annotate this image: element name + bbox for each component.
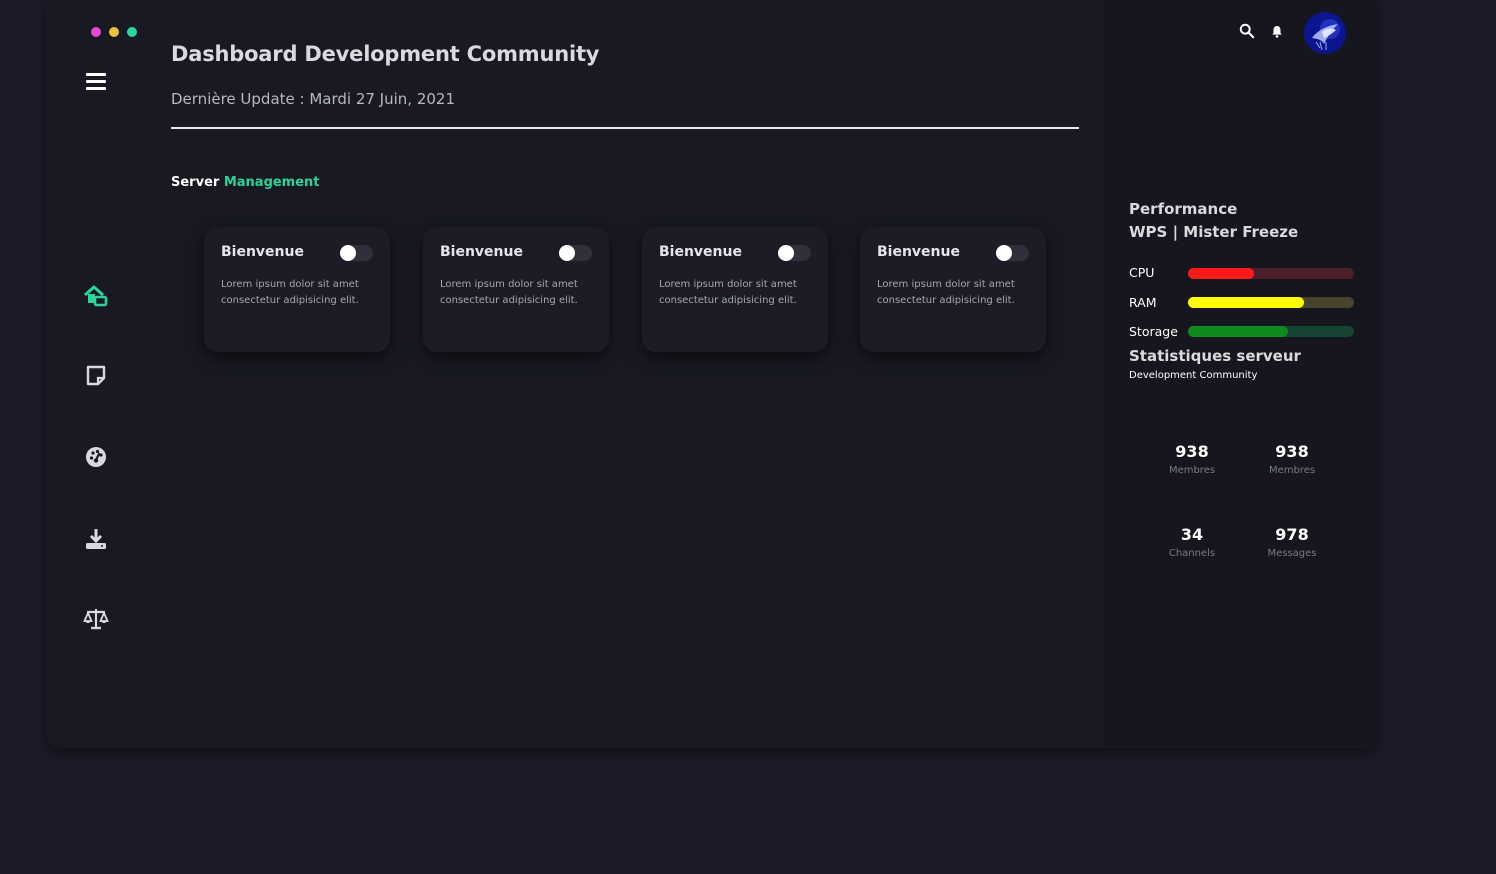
card-toggle[interactable] <box>559 245 592 261</box>
storage-label: Storage <box>1129 324 1178 339</box>
card-title: Bienvenue <box>440 244 523 260</box>
stat-item: 34 Channels <box>1147 525 1237 559</box>
performance-title: Performance WPS | Mister Freeze <box>1129 198 1298 244</box>
stat-item: 938 Membres <box>1147 442 1237 476</box>
dashboard-icon[interactable] <box>82 443 110 471</box>
window-close-dot[interactable] <box>91 27 101 37</box>
stat-value: 938 <box>1175 442 1209 461</box>
stats-title: Statistiques serveur <box>1129 347 1301 365</box>
cpu-progress-fill <box>1188 268 1255 279</box>
cpu-progress-bar <box>1188 268 1354 279</box>
cpu-label: CPU <box>1129 265 1155 280</box>
card-title: Bienvenue <box>221 244 304 260</box>
stats-subtitle: Development Community <box>1129 370 1258 381</box>
toggle-knob <box>340 245 356 261</box>
stat-item: 938 Membres <box>1247 442 1337 476</box>
bell-icon[interactable] <box>1268 22 1286 40</box>
stat-label: Messages <box>1267 548 1317 559</box>
page-title: Dashboard Development Community <box>171 42 600 66</box>
toggle-knob <box>996 245 1012 261</box>
server-name: WPS | Mister Freeze <box>1129 223 1299 241</box>
window-controls <box>91 27 137 37</box>
stat-value: 34 <box>1180 525 1204 544</box>
ram-progress-fill <box>1188 297 1305 308</box>
card-description: Lorem ipsum dolor sit amet consectetur a… <box>440 279 578 306</box>
card-title: Bienvenue <box>877 244 960 260</box>
header-divider <box>171 127 1079 129</box>
card-toggle[interactable] <box>996 245 1029 261</box>
card-toggle[interactable] <box>340 245 373 261</box>
stat-label: Membres <box>1268 465 1316 476</box>
download-icon[interactable] <box>82 525 110 553</box>
home-icon[interactable] <box>82 282 110 310</box>
last-update-text: Dernière Update : Mardi 27 Juin, 2021 <box>171 90 455 108</box>
window-minimize-dot[interactable] <box>109 27 119 37</box>
card-title: Bienvenue <box>659 244 742 260</box>
performance-heading: Performance <box>1129 200 1238 218</box>
note-icon[interactable] <box>82 362 110 390</box>
ram-progress-bar <box>1188 297 1354 308</box>
balance-scale-icon[interactable] <box>82 605 110 633</box>
app-window: Dashboard Development Community Dernière… <box>46 0 1379 748</box>
storage-progress-fill <box>1188 326 1288 337</box>
search-icon[interactable] <box>1238 22 1256 40</box>
card-description: Lorem ipsum dolor sit amet consectetur a… <box>221 279 359 306</box>
stat-label: Channels <box>1168 548 1216 559</box>
toggle-knob <box>559 245 575 261</box>
menu-icon[interactable] <box>86 73 106 91</box>
server-card: Bienvenue Lorem ipsum dolor sit amet con… <box>642 227 828 352</box>
section-title-accent: Management <box>223 175 320 190</box>
stat-label: Membres <box>1168 465 1216 476</box>
server-card: Bienvenue Lorem ipsum dolor sit amet con… <box>860 227 1046 352</box>
server-card: Bienvenue Lorem ipsum dolor sit amet con… <box>423 227 609 352</box>
storage-progress-bar <box>1188 326 1354 337</box>
right-panel: Performance WPS | Mister Freeze CPU RAM … <box>1104 0 1379 748</box>
user-avatar[interactable] <box>1304 12 1346 54</box>
stat-value: 978 <box>1275 525 1309 544</box>
ram-label: RAM <box>1129 295 1157 310</box>
server-card: Bienvenue Lorem ipsum dolor sit amet con… <box>204 227 390 352</box>
stat-item: 978 Messages <box>1247 525 1337 559</box>
card-description: Lorem ipsum dolor sit amet consectetur a… <box>659 279 797 306</box>
stat-value: 938 <box>1275 442 1309 461</box>
card-toggle[interactable] <box>778 245 811 261</box>
card-description: Lorem ipsum dolor sit amet consectetur a… <box>877 279 1015 306</box>
section-title-label: Server <box>171 175 220 190</box>
toggle-knob <box>778 245 794 261</box>
section-title: Server Management <box>171 175 320 190</box>
window-maximize-dot[interactable] <box>127 27 137 37</box>
